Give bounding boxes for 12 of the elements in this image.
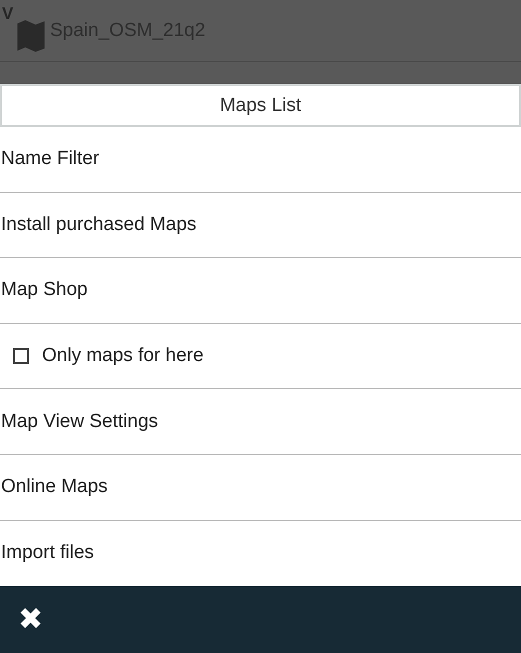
checkbox[interactable]: [13, 348, 29, 364]
checkbox-item[interactable]: Only maps for here: [0, 324, 521, 390]
menu-item[interactable]: Import files: [0, 520, 521, 586]
checkbox-label: Only maps for here: [42, 345, 204, 368]
menu-item[interactable]: Install purchased Maps: [0, 192, 521, 258]
close-button[interactable]: ✖: [14, 602, 48, 638]
menu-item[interactable]: Map View Settings: [0, 389, 521, 455]
map-icon: [16, 18, 46, 52]
menu-item[interactable]: Online Maps: [0, 454, 521, 521]
menu-item[interactable]: Name Filter: [0, 127, 521, 193]
menu-item[interactable]: Map Shop: [0, 258, 521, 324]
menu-title: Maps List: [0, 84, 521, 127]
